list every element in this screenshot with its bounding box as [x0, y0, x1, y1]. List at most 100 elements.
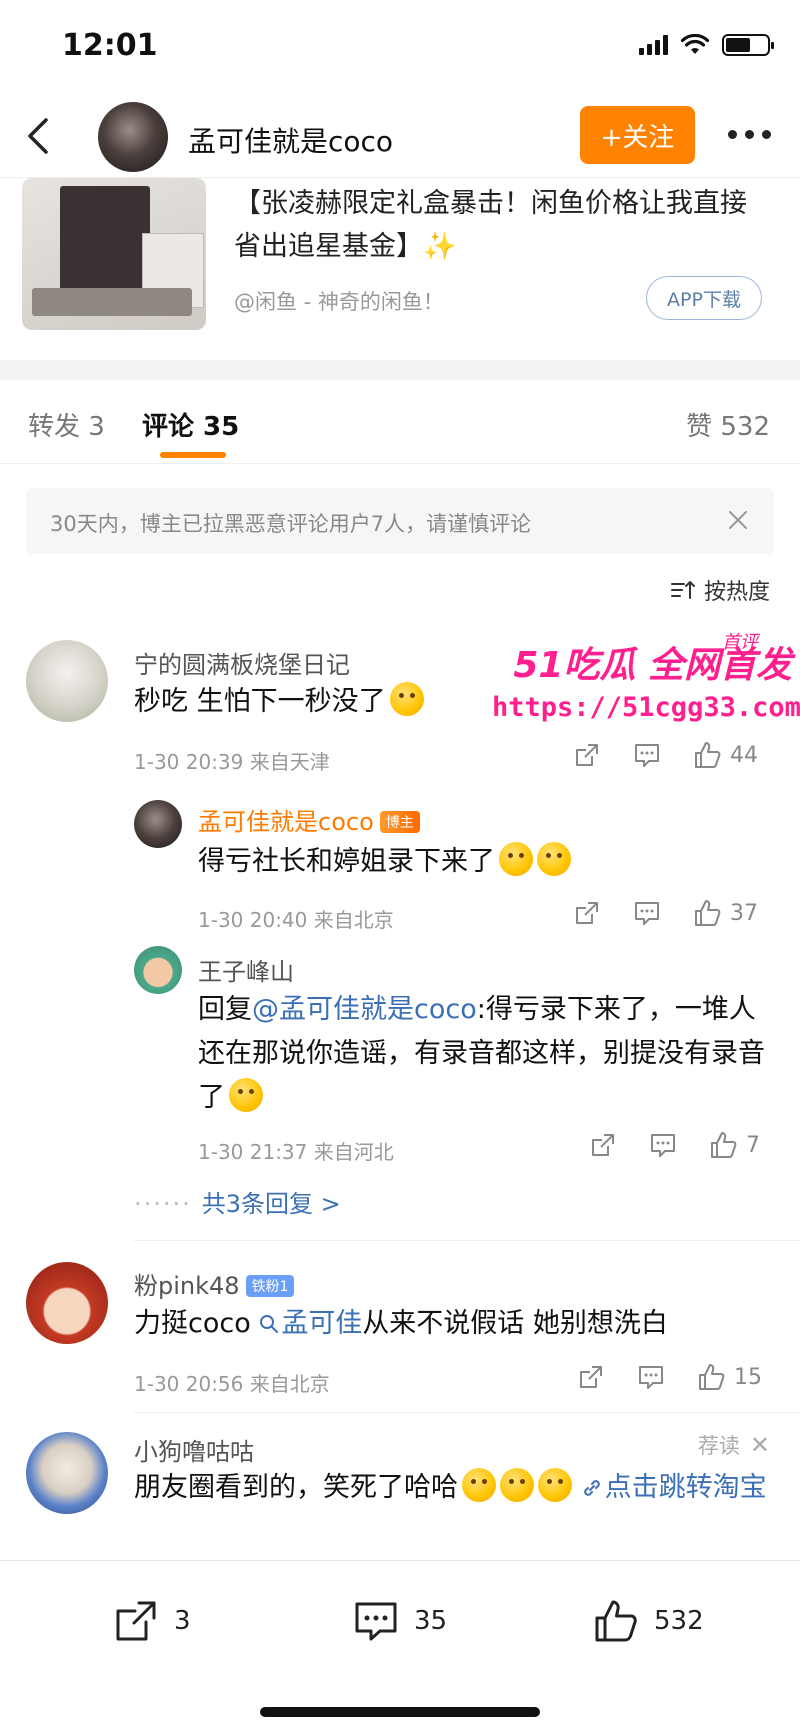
- crying-emoji-icon: [389, 682, 424, 716]
- comment-icon: [639, 1366, 663, 1389]
- more-replies-label: 共3条回复 >: [201, 1190, 341, 1218]
- author-name[interactable]: 孟可佳就是coco: [188, 120, 393, 160]
- reply-prefix: 回复: [198, 994, 252, 1025]
- commenter-name[interactable]: 小狗噜咕咕: [134, 1432, 254, 1467]
- like-count: 7: [746, 1132, 760, 1158]
- taobao-link-label: 点击跳转淘宝: [604, 1472, 767, 1503]
- avatar[interactable]: [26, 640, 108, 722]
- comment-icon: [635, 902, 659, 925]
- repost-icon: [116, 1601, 156, 1641]
- comment-meta: 1-30 20:56 来自北京: [134, 1372, 330, 1396]
- comment-icon: [355, 1602, 397, 1641]
- follow-button[interactable]: +关注: [580, 106, 695, 164]
- thumbs-up-icon: [695, 900, 721, 926]
- dismiss-icon[interactable]: ✕: [750, 1431, 770, 1459]
- share-icon: [592, 1134, 614, 1156]
- wifi-icon: [680, 34, 710, 54]
- author-avatar[interactable]: [98, 102, 168, 172]
- comment-text-content: 秒吃 生怕下一秒没了: [134, 686, 386, 717]
- sort-icon: [670, 581, 695, 599]
- sweat-smile-emoji-icon: [499, 842, 533, 876]
- thumbs-up-icon: [695, 742, 721, 768]
- card-thumbnail: [22, 178, 206, 330]
- card-title[interactable]: 【张凌赫限定礼盒暴击！闲鱼价格让我直接省出追星基金】✨: [234, 182, 754, 268]
- avatar[interactable]: [26, 1262, 108, 1344]
- laughing-emoji-icon: [462, 1468, 496, 1502]
- comment-button[interactable]: 35: [352, 1597, 447, 1645]
- watermark-first-tag: 首评: [722, 632, 758, 653]
- comment-text-suffix: 从来不说假话 她别想洗白: [362, 1308, 668, 1339]
- search-icon: [260, 1315, 279, 1333]
- reply-button[interactable]: [648, 1130, 678, 1160]
- dots-divider: ······: [134, 1190, 192, 1218]
- tab-comments[interactable]: 评论 35: [142, 406, 239, 443]
- sort-by-hot-button[interactable]: 按热度: [670, 574, 770, 606]
- laughing-emoji-icon: [500, 1468, 534, 1502]
- search-topic-link[interactable]: 孟可佳: [259, 1308, 362, 1339]
- comment-divider: [134, 1240, 800, 1241]
- reply-author-name[interactable]: 王子峰山: [198, 952, 294, 987]
- commenter-name-label: 粉pink48: [134, 1272, 240, 1300]
- bottom-action-bar: 3 35 532: [0, 1560, 800, 1731]
- app-download-button[interactable]: APP下载: [646, 276, 762, 320]
- close-icon[interactable]: [726, 508, 750, 532]
- sort-label: 按热度: [703, 580, 770, 605]
- recommended-tag: 荐读 ✕: [698, 1430, 770, 1460]
- reply-text: 得亏社长和婷姐录下来了: [198, 840, 571, 884]
- like-count: 532: [654, 1606, 704, 1636]
- shared-link-card[interactable]: 【张凌赫限定礼盒暴击！闲鱼价格让我直接省出追星基金】✨ @闲鱼 - 神奇的闲鱼！…: [22, 178, 782, 334]
- like-button[interactable]: 37: [692, 898, 758, 928]
- watermark-url: https://51cgg33.com: [492, 692, 800, 723]
- like-count: 37: [730, 900, 758, 926]
- reply-button[interactable]: [632, 740, 662, 770]
- avatar[interactable]: [26, 1432, 108, 1514]
- reply-actions: 7: [588, 1130, 760, 1160]
- share-button[interactable]: [572, 898, 602, 928]
- reply-meta: 1-30 20:40 来自北京: [198, 908, 394, 932]
- tab-reposts[interactable]: 转发 3: [28, 406, 105, 443]
- reply-text: 回复@孟可佳就是coco:得亏录下来了，一堆人还在那说你造谣，有录音都这样，别提…: [198, 988, 778, 1120]
- like-count: 44: [730, 742, 758, 768]
- status-time: 12:01: [62, 28, 158, 63]
- scream-emoji-icon: [229, 1078, 263, 1112]
- comment-divider: [134, 1412, 800, 1413]
- share-button[interactable]: [572, 740, 602, 770]
- comment-actions: 44: [572, 740, 758, 770]
- like-button[interactable]: 44: [692, 740, 758, 770]
- watermark: 首评 51吃瓜 全网首发 https://51cgg33.com: [492, 632, 800, 723]
- back-arrow-icon[interactable]: [20, 114, 60, 158]
- like-button[interactable]: 532: [592, 1597, 704, 1645]
- comment-text: 力挺coco 孟可佳从来不说假话 她别想洗白: [134, 1302, 668, 1346]
- reply-button[interactable]: [636, 1362, 666, 1392]
- share-button[interactable]: [576, 1362, 606, 1392]
- avatar[interactable]: [134, 800, 182, 848]
- commenter-name[interactable]: 宁的圆满板烧堡日记: [134, 645, 350, 680]
- active-tab-indicator: [160, 452, 226, 458]
- repost-button[interactable]: 3: [112, 1597, 191, 1645]
- comment-text-prefix: 力挺coco: [134, 1308, 260, 1339]
- status-icons: [639, 34, 774, 56]
- share-button[interactable]: [588, 1130, 618, 1160]
- tab-likes[interactable]: 赞 532: [686, 406, 770, 443]
- comment-text: 秒吃 生怕下一秒没了: [134, 680, 424, 724]
- recommended-label: 荐读: [697, 1434, 740, 1458]
- like-button[interactable]: 7: [708, 1130, 760, 1160]
- commenter-name[interactable]: 粉pink48 铁粉1: [134, 1266, 295, 1301]
- reply-button[interactable]: [632, 898, 662, 928]
- thumbs-up-icon: [711, 1132, 737, 1158]
- taobao-link[interactable]: 点击跳转淘宝: [581, 1472, 767, 1503]
- comment-notice-banner: 30天内，博主已拉黑恶意评论用户7人，请谨慎评论: [26, 488, 774, 554]
- more-options-icon[interactable]: [728, 130, 771, 139]
- post-tabs: 转发 3 评论 35 赞 532: [0, 380, 800, 464]
- host-badge: 博主: [379, 811, 420, 833]
- thumbs-up-icon: [699, 1364, 725, 1390]
- mention-link[interactable]: @孟可佳就是coco: [252, 994, 477, 1025]
- home-indicator[interactable]: [260, 1707, 540, 1717]
- like-button[interactable]: 15: [696, 1362, 762, 1392]
- view-more-replies-link[interactable]: ······ 共3条回复 >: [134, 1184, 341, 1219]
- reply-author-name[interactable]: 孟可佳就是coco 博主: [198, 802, 420, 837]
- comment-actions: 15: [576, 1362, 762, 1392]
- like-count: 15: [734, 1364, 762, 1390]
- avatar[interactable]: [134, 946, 182, 994]
- comment-meta: 1-30 20:39 来自天津: [134, 750, 330, 774]
